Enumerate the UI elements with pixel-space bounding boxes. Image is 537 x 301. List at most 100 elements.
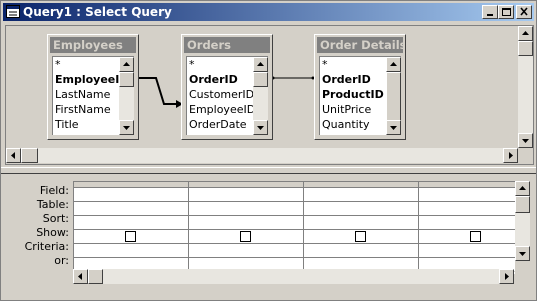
scroll-right-button[interactable] — [503, 148, 518, 163]
show-checkbox[interactable] — [470, 231, 481, 242]
grid-column — [74, 182, 189, 274]
arrow-up-icon — [519, 186, 526, 190]
maximize-icon — [502, 8, 511, 16]
show-checkbox[interactable] — [355, 231, 366, 242]
show-checkbox[interactable] — [240, 231, 251, 242]
scroll-thumb[interactable] — [21, 148, 38, 163]
row-label-show: Show: — [36, 226, 69, 239]
row-label-sort: Sort: — [42, 212, 69, 225]
scroll-up-button[interactable] — [518, 26, 533, 41]
grid-column — [304, 182, 419, 274]
scroll-thumb[interactable] — [518, 41, 533, 56]
grid-column — [189, 182, 304, 274]
minimize-icon — [487, 14, 493, 16]
field-list-scrollbar[interactable] — [253, 57, 268, 135]
scroll-thumb[interactable] — [119, 72, 134, 87]
field-list: * OrderID ProductID UnitPrice Quantity — [319, 56, 401, 135]
scroll-left-button[interactable] — [73, 269, 88, 284]
criteria-cell[interactable] — [419, 244, 515, 258]
sort-cell[interactable] — [74, 216, 188, 230]
field-cell[interactable] — [74, 188, 188, 202]
close-button[interactable] — [516, 5, 532, 19]
scroll-left-button[interactable] — [6, 148, 21, 163]
arrow-down-icon — [257, 126, 264, 130]
arrow-down-icon — [519, 252, 526, 256]
arrow-down-icon — [522, 139, 529, 143]
row-label-or: or: — [54, 254, 69, 267]
title-bar[interactable]: Query1 : Select Query — [3, 3, 534, 21]
scroll-down-button[interactable] — [518, 133, 533, 148]
sort-cell[interactable] — [419, 216, 515, 230]
scroll-thumb[interactable] — [386, 72, 401, 122]
table-title[interactable]: Order Details — [317, 37, 403, 53]
field-cell[interactable] — [419, 188, 515, 202]
design-grid-pane: Field: Table: Sort: Show: Criteria: or: — [5, 177, 532, 287]
arrow-up-icon — [522, 31, 529, 35]
arrow-up-icon — [123, 62, 130, 66]
window-title: Query1 : Select Query — [23, 5, 172, 19]
arrow-down-icon — [390, 126, 397, 130]
show-cell — [304, 230, 418, 244]
show-cell — [189, 230, 303, 244]
sort-cell[interactable] — [304, 216, 418, 230]
field-list-employees[interactable]: Employees * EmployeeID LastName FirstNam… — [47, 34, 139, 140]
table-cell[interactable] — [189, 202, 303, 216]
row-label-table: Table: — [36, 198, 69, 211]
sort-cell[interactable] — [189, 216, 303, 230]
scroll-down-button[interactable] — [119, 120, 134, 135]
table-cell[interactable] — [304, 202, 418, 216]
design-grid — [73, 181, 515, 274]
grid-horizontal-scrollbar[interactable] — [73, 269, 514, 284]
arrow-down-icon — [123, 126, 130, 130]
table-pane[interactable]: Employees * EmployeeID LastName FirstNam… — [5, 25, 534, 165]
field-cell[interactable] — [189, 188, 303, 202]
arrow-up-icon — [390, 62, 397, 66]
criteria-cell[interactable] — [74, 244, 188, 258]
field-list-scrollbar[interactable] — [119, 57, 134, 135]
arrow-right-icon — [505, 273, 509, 280]
arrow-left-icon — [78, 273, 82, 280]
field-list: * EmployeeID LastName FirstName Title — [52, 56, 134, 135]
arrow-left-icon — [11, 152, 15, 159]
scroll-up-button[interactable] — [253, 57, 268, 72]
field-list-orders[interactable]: Orders * OrderID CustomerID EmployeeID O… — [181, 34, 273, 140]
field-cell[interactable] — [304, 188, 418, 202]
pane-splitter[interactable] — [1, 167, 536, 174]
scroll-up-button[interactable] — [119, 57, 134, 72]
query-icon — [6, 5, 20, 18]
grid-row-labels: Field: Table: Sort: Show: Criteria: or: — [5, 184, 71, 268]
row-label-field: Field: — [39, 184, 69, 197]
table-cell[interactable] — [74, 202, 188, 216]
minimize-button[interactable] — [482, 5, 498, 19]
scroll-down-button[interactable] — [515, 246, 530, 261]
scroll-thumb[interactable] — [515, 196, 530, 213]
table-title[interactable]: Employees — [50, 37, 136, 53]
close-icon — [520, 7, 528, 16]
table-pane-vertical-scrollbar[interactable] — [518, 26, 533, 148]
criteria-cell[interactable] — [189, 244, 303, 258]
show-checkbox[interactable] — [125, 231, 136, 242]
grid-column — [419, 182, 515, 274]
query-window: Query1 : Select Query Employees * Employ… — [0, 0, 537, 301]
scroll-up-button[interactable] — [386, 57, 401, 72]
scroll-right-button[interactable] — [499, 269, 514, 284]
scroll-thumb[interactable] — [88, 269, 103, 284]
show-cell — [74, 230, 188, 244]
table-area: Employees * EmployeeID LastName FirstNam… — [6, 26, 518, 148]
field-list-scrollbar[interactable] — [386, 57, 401, 135]
table-cell[interactable] — [419, 202, 515, 216]
arrow-up-icon — [257, 62, 264, 66]
maximize-button[interactable] — [498, 5, 514, 19]
field-list: * OrderID CustomerID EmployeeID OrderDat… — [186, 56, 268, 135]
table-pane-horizontal-scrollbar[interactable] — [6, 148, 518, 163]
scroll-up-button[interactable] — [515, 181, 530, 196]
show-cell — [419, 230, 515, 244]
scroll-thumb[interactable] — [253, 72, 268, 87]
table-title[interactable]: Orders — [184, 37, 270, 53]
grid-vertical-scrollbar[interactable] — [515, 181, 530, 261]
field-list-order-details[interactable]: Order Details * OrderID ProductID UnitPr… — [314, 34, 406, 140]
criteria-cell[interactable] — [304, 244, 418, 258]
scroll-down-button[interactable] — [386, 120, 401, 135]
scroll-down-button[interactable] — [253, 120, 268, 135]
row-label-criteria: Criteria: — [24, 240, 69, 253]
